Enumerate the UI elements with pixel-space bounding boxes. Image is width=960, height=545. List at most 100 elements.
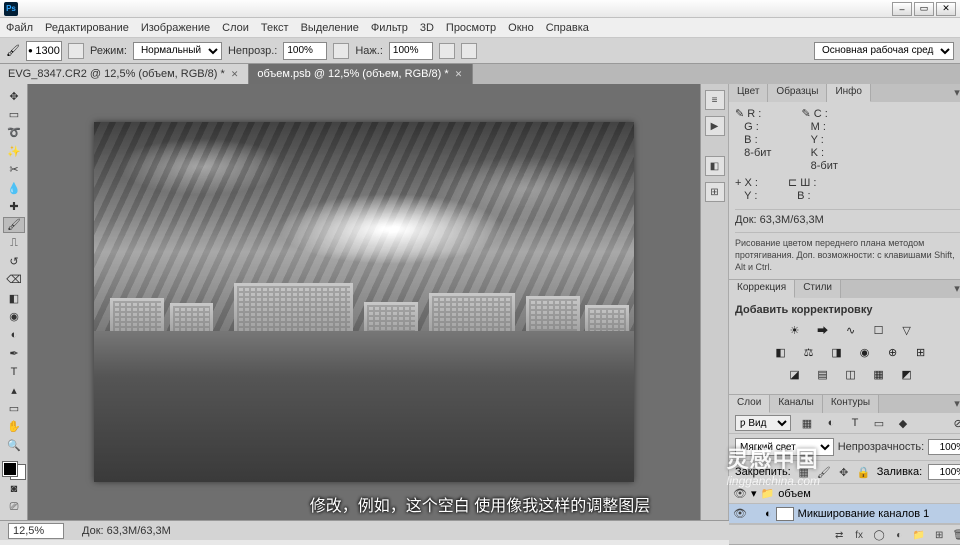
layer-filter-kind[interactable]: ƿ Вид <box>735 415 791 431</box>
tab-layers[interactable]: Слои <box>729 395 770 413</box>
filter-pixel-icon[interactable]: ▦ <box>799 416 815 430</box>
menu-select[interactable]: Выделение <box>301 22 359 34</box>
lock-all-icon[interactable]: 🔒 <box>857 465 871 479</box>
bw-icon[interactable]: ◨ <box>828 344 846 360</box>
tab-info[interactable]: Инфо <box>827 84 871 102</box>
menu-file[interactable]: Файл <box>6 22 33 34</box>
tab-color[interactable]: Цвет <box>729 84 768 102</box>
hue-icon[interactable]: ◧ <box>772 344 790 360</box>
tab-adjustments[interactable]: Коррекция <box>729 280 795 298</box>
minimize-button[interactable]: – <box>892 2 912 16</box>
menu-view[interactable]: Просмотр <box>446 22 496 34</box>
brushes-panel-icon[interactable]: ⊞ <box>705 182 725 202</box>
properties-panel-icon[interactable]: ◧ <box>705 156 725 176</box>
tab-channels[interactable]: Каналы <box>770 395 823 413</box>
curves-icon[interactable]: ∿ <box>842 322 860 338</box>
document-tab[interactable]: EVG_8347.CR2 @ 12,5% (объем, RGB/8) *✕ <box>0 64 249 84</box>
zoom-tool[interactable]: 🔍 <box>3 437 25 453</box>
tab-paths[interactable]: Контуры <box>823 395 879 413</box>
panel-menu-icon[interactable]: ▾≡ <box>948 395 960 413</box>
brush-panel-toggle-icon[interactable] <box>68 43 84 59</box>
filter-shape-icon[interactable]: ▭ <box>871 416 887 430</box>
fill-input[interactable] <box>928 464 960 480</box>
filter-adjust-icon[interactable]: ◐ <box>823 416 839 430</box>
marquee-tool[interactable]: ▭ <box>3 106 25 122</box>
lock-trans-icon[interactable]: ▦ <box>797 465 811 479</box>
pen-tool[interactable]: ✒ <box>3 345 25 361</box>
history-panel-icon[interactable]: ≡ <box>705 90 725 110</box>
lock-pixel-icon[interactable]: 🖌 <box>817 465 831 479</box>
filter-toggle[interactable]: ⊘ <box>950 416 960 430</box>
mask-thumbnail[interactable] <box>776 507 794 521</box>
selectivecolor-icon[interactable]: ◩ <box>898 366 916 382</box>
brightness-icon[interactable]: ☀ <box>786 322 804 338</box>
eraser-tool[interactable]: ⌫ <box>3 272 25 288</box>
posterize-icon[interactable]: ▤ <box>814 366 832 382</box>
menu-image[interactable]: Изображение <box>141 22 210 34</box>
channelmixer-icon[interactable]: ⊕ <box>884 344 902 360</box>
color-swatch[interactable] <box>3 462 25 480</box>
visibility-icon[interactable]: 👁 <box>733 487 747 500</box>
panel-menu-icon[interactable]: ▾≡ <box>948 84 960 102</box>
size-pressure-icon[interactable] <box>461 43 477 59</box>
canvas[interactable] <box>28 84 700 520</box>
lock-pos-icon[interactable]: ✥ <box>837 465 851 479</box>
screenmode-toggle[interactable]: ⎚ <box>3 499 25 515</box>
menu-window[interactable]: Окно <box>508 22 534 34</box>
levels-icon[interactable]: ⮕ <box>814 322 832 338</box>
colorlookup-icon[interactable]: ⊞ <box>912 344 930 360</box>
dodge-tool[interactable]: ◐ <box>3 327 25 343</box>
blend-mode-select[interactable]: Мягкий свет <box>735 438 834 456</box>
lasso-tool[interactable]: ➰ <box>3 125 25 141</box>
history-brush-tool[interactable]: ↺ <box>3 253 25 269</box>
layer-name[interactable]: Микширование каналов 1 <box>798 508 930 520</box>
panel-menu-icon[interactable]: ▾≡ <box>948 280 960 298</box>
opacity-input[interactable] <box>283 42 327 60</box>
colorbalance-icon[interactable]: ⚖ <box>800 344 818 360</box>
zoom-readout[interactable]: 12,5% <box>8 523 64 539</box>
stamp-tool[interactable]: ⎍ <box>3 235 25 251</box>
eyedropper-tool[interactable]: 💧 <box>3 180 25 196</box>
flow-input[interactable] <box>389 42 433 60</box>
hand-tool[interactable]: ✋ <box>3 419 25 435</box>
threshold-icon[interactable]: ◫ <box>842 366 860 382</box>
layer-row[interactable]: 👁 ◐ Микширование каналов 1 <box>729 504 960 524</box>
menu-edit[interactable]: Редактирование <box>45 22 129 34</box>
blur-tool[interactable]: ◉ <box>3 309 25 325</box>
quickmask-toggle[interactable]: ◙ <box>3 481 25 497</box>
expand-icon[interactable]: ▾ <box>751 487 757 500</box>
menu-text[interactable]: Текст <box>261 22 289 34</box>
tab-styles[interactable]: Стили <box>795 280 841 298</box>
close-tab-icon[interactable]: ✕ <box>455 69 463 80</box>
gradient-tool[interactable]: ◧ <box>3 290 25 306</box>
menu-help[interactable]: Справка <box>546 22 589 34</box>
tab-swatches[interactable]: Образцы <box>768 84 827 102</box>
menu-filter[interactable]: Фильтр <box>371 22 408 34</box>
document-tab[interactable]: объем.psb @ 12,5% (объем, RGB/8) *✕ <box>249 64 473 84</box>
visibility-icon[interactable]: 👁 <box>733 507 747 520</box>
layer-group-row[interactable]: 👁 ▾ 📁 объем <box>729 484 960 504</box>
workspace-selector[interactable]: Основная рабочая среда <box>814 42 954 60</box>
vibrance-icon[interactable]: ▽ <box>898 322 916 338</box>
close-button[interactable]: ✕ <box>936 2 956 16</box>
brush-tool[interactable]: 🖌 <box>3 217 25 233</box>
airbrush-icon[interactable] <box>439 43 455 59</box>
opacity-pressure-icon[interactable] <box>333 43 349 59</box>
close-tab-icon[interactable]: ✕ <box>231 69 239 80</box>
gradientmap-icon[interactable]: ▦ <box>870 366 888 382</box>
actions-panel-icon[interactable]: ▶ <box>705 116 725 136</box>
move-tool[interactable]: ✥ <box>3 88 25 104</box>
crop-tool[interactable]: ✂ <box>3 162 25 178</box>
magic-wand-tool[interactable]: ✨ <box>3 143 25 159</box>
filter-type-icon[interactable]: T <box>847 416 863 430</box>
layer-name[interactable]: объем <box>778 488 811 500</box>
menu-3d[interactable]: 3D <box>420 22 434 34</box>
menu-layers[interactable]: Слои <box>222 22 249 34</box>
shape-tool[interactable]: ▭ <box>3 400 25 416</box>
filter-smart-icon[interactable]: ◆ <box>895 416 911 430</box>
blend-mode-select[interactable]: Нормальный <box>133 42 222 60</box>
exposure-icon[interactable]: ☐ <box>870 322 888 338</box>
photofilter-icon[interactable]: ◉ <box>856 344 874 360</box>
invert-icon[interactable]: ◪ <box>786 366 804 382</box>
maximize-button[interactable]: ▭ <box>914 2 934 16</box>
